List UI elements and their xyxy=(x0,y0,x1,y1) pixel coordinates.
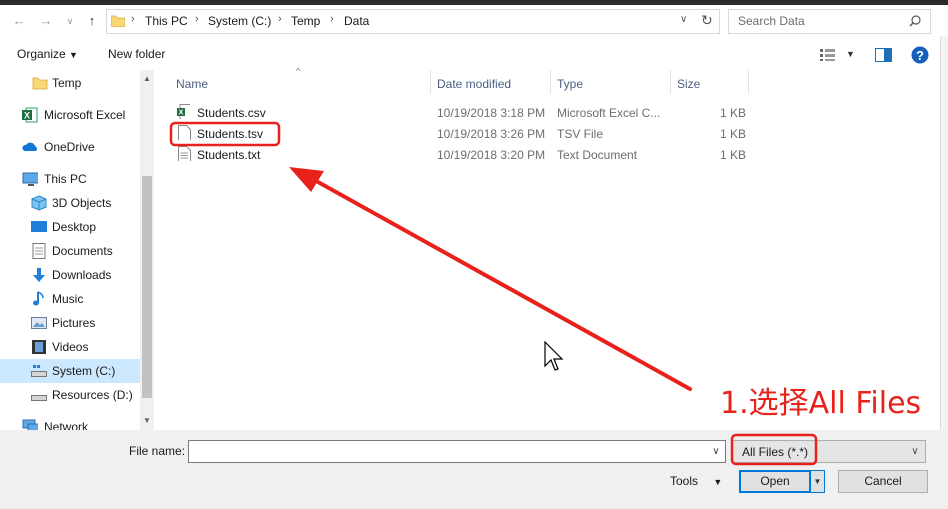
annotation-arrowhead-icon xyxy=(289,167,324,192)
highlight-box-all-files xyxy=(730,433,818,466)
open-file-dialog: ← → ∨ ↑ › This PC › System (C:) › Temp ›… xyxy=(0,0,948,509)
annotation-overlay xyxy=(169,121,818,466)
annotation-arrow-shaft xyxy=(316,180,692,391)
highlight-box-students-tsv xyxy=(169,121,281,147)
annotation-label: 1.选择All Files xyxy=(720,386,922,421)
